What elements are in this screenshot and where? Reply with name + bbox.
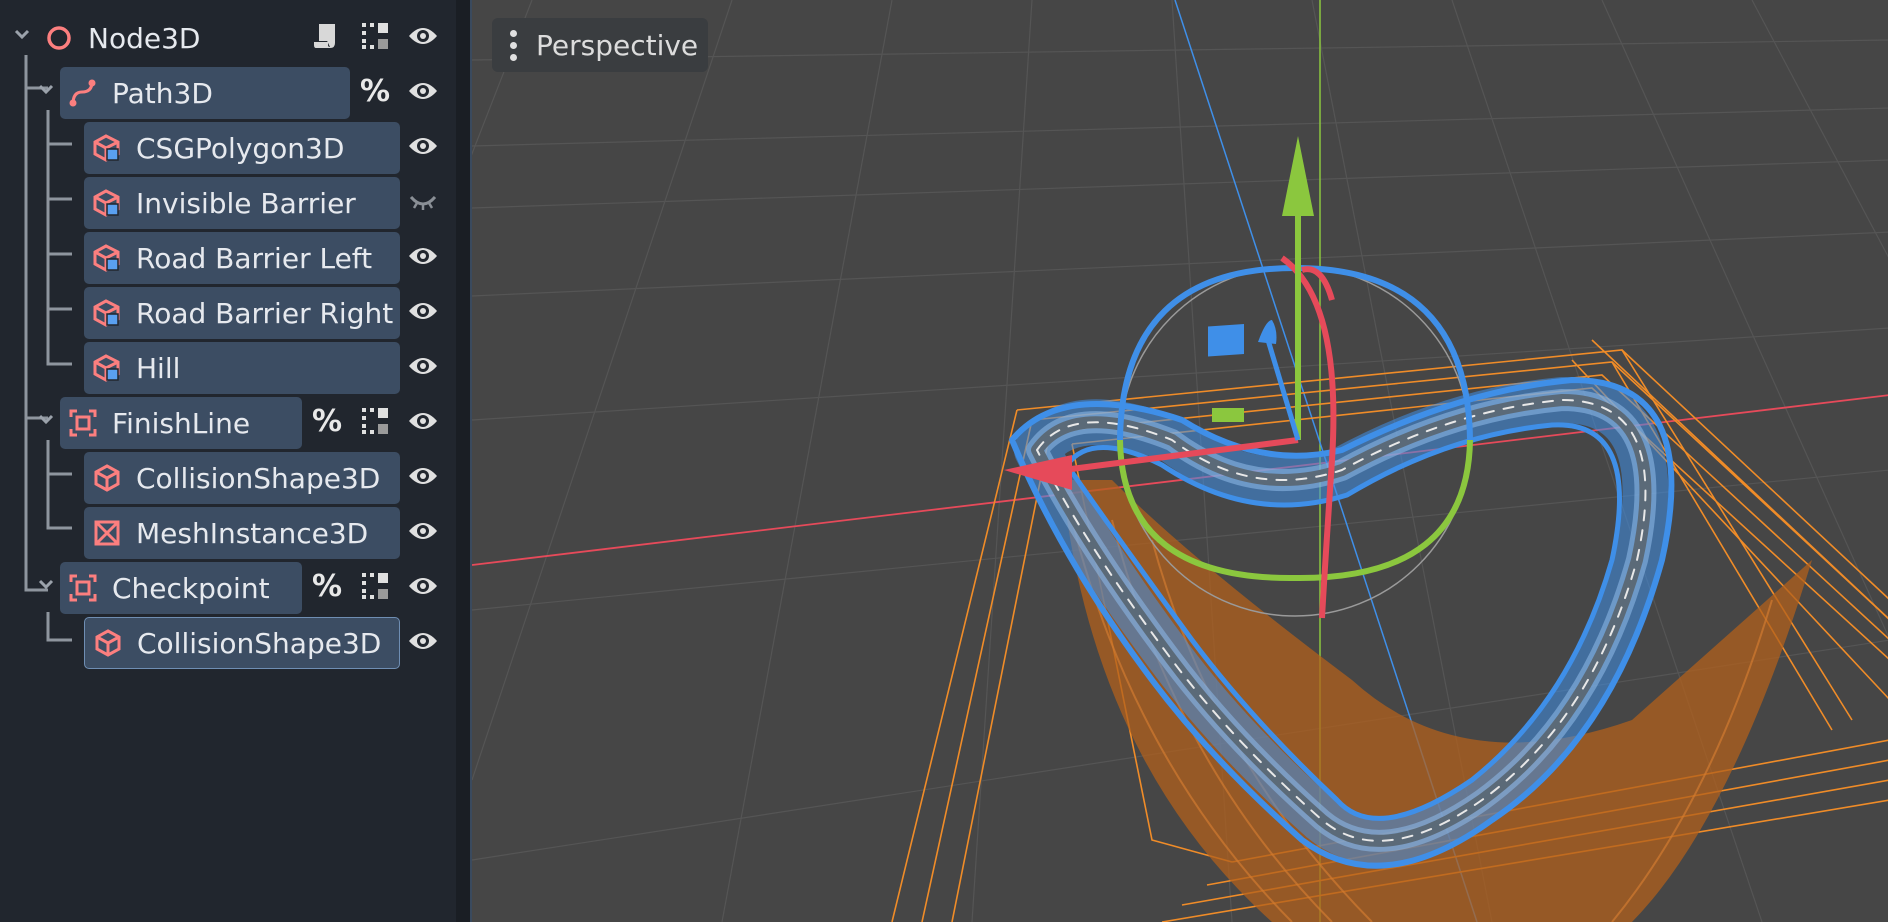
group-icon[interactable] (358, 404, 392, 438)
node-item-finishline[interactable]: FinishLine (60, 397, 302, 449)
hill-mesh (1062, 480, 1812, 922)
node-item-path3d[interactable]: Path3D (60, 67, 350, 119)
scene-tree-panel: Node3D Path3D % CSGPolygon3D Invisible B… (0, 0, 456, 922)
view-menu-label: Perspective (536, 28, 699, 62)
csg-polygon-icon (92, 243, 122, 273)
unique-name-glyph: % (311, 403, 343, 439)
visibility-icon[interactable] (406, 349, 440, 383)
visibility-icon[interactable] (406, 624, 440, 658)
node-item-collisionshape3d[interactable]: CollisionShape3D (84, 452, 400, 504)
node-item-meshinstance3d[interactable]: MeshInstance3D (84, 507, 400, 559)
tree-row-csgpolygon3d[interactable]: CSGPolygon3D (0, 116, 456, 174)
path3d-icon (68, 78, 98, 108)
unique-name-icon[interactable]: % (310, 403, 344, 439)
script-icon[interactable] (308, 19, 342, 53)
node-label: CollisionShape3D (136, 461, 381, 495)
node-item-collisionshape3d-active[interactable]: CollisionShape3D (84, 617, 400, 669)
visibility-icon[interactable] (406, 294, 440, 328)
node-label: CollisionShape3D (137, 626, 382, 660)
csg-polygon-icon (92, 188, 122, 218)
csg-polygon-icon (92, 298, 122, 328)
group-icon[interactable] (358, 19, 392, 53)
collision-shape-icon (92, 463, 122, 493)
chevron-down-icon[interactable] (12, 24, 32, 44)
node-item-road-barrier-right[interactable]: Road Barrier Right (84, 287, 400, 339)
node-label: Invisible Barrier (136, 186, 356, 220)
node-label: Road Barrier Left (136, 241, 373, 275)
collision-shape-icon (93, 628, 123, 658)
group-icon[interactable] (358, 569, 392, 603)
tree-row-node3d[interactable]: Node3D (0, 6, 456, 62)
panel-splitter[interactable] (456, 0, 470, 922)
tree-row-meshinstance3d[interactable]: MeshInstance3D (0, 501, 456, 559)
visibility-icon[interactable] (406, 239, 440, 273)
node-label: Checkpoint (112, 571, 270, 605)
visibility-icon[interactable] (406, 569, 440, 603)
tree-row-collisionshape3d[interactable]: CollisionShape3D (0, 446, 456, 504)
node3d-icon (44, 23, 74, 53)
node-item-invisible-barrier[interactable]: Invisible Barrier (84, 177, 400, 229)
tree-row-path3d[interactable]: Path3D % (0, 61, 456, 119)
node-item-hill[interactable]: Hill (84, 342, 400, 394)
area3d-icon (68, 573, 98, 603)
tree-row-road-barrier-right[interactable]: Road Barrier Right (0, 281, 456, 339)
unique-name-glyph: % (359, 73, 391, 109)
tree-row-hill[interactable]: Hill (0, 336, 456, 394)
tree-row-collisionshape3d-active[interactable]: CollisionShape3D (0, 611, 456, 669)
mesh-instance-icon (92, 518, 122, 548)
node-label: Hill (136, 351, 181, 385)
unique-name-icon[interactable]: % (310, 568, 344, 604)
visibility-icon[interactable] (406, 404, 440, 438)
kebab-menu-icon (504, 29, 522, 61)
chevron-down-icon[interactable] (36, 409, 56, 429)
tree-row-finishline[interactable]: FinishLine % (0, 391, 456, 449)
viewport-scene (472, 0, 1888, 922)
unique-name-glyph: % (311, 568, 343, 604)
node-label: Road Barrier Right (136, 296, 394, 330)
node-label: Path3D (112, 76, 213, 110)
area3d-icon (68, 408, 98, 438)
visibility-icon[interactable] (406, 514, 440, 548)
visibility-icon[interactable] (406, 459, 440, 493)
tree-row-invisible-barrier[interactable]: Invisible Barrier (0, 171, 456, 229)
node-label: FinishLine (112, 406, 251, 440)
3d-viewport[interactable]: Perspective (470, 0, 1888, 922)
node-item-checkpoint[interactable]: Checkpoint (60, 562, 302, 614)
tree-row-checkpoint[interactable]: Checkpoint % (0, 556, 456, 614)
unique-name-icon[interactable]: % (358, 73, 392, 109)
chevron-down-icon[interactable] (36, 79, 56, 99)
csg-polygon-icon (92, 353, 122, 383)
node-label: MeshInstance3D (136, 516, 369, 550)
visibility-icon[interactable] (406, 19, 440, 53)
csg-polygon-icon (92, 133, 122, 163)
node-item-road-barrier-left[interactable]: Road Barrier Left (84, 232, 400, 284)
node-label: CSGPolygon3D (136, 131, 345, 165)
node-item-csgpolygon3d[interactable]: CSGPolygon3D (84, 122, 400, 174)
visibility-icon[interactable] (406, 129, 440, 163)
node-item-node3d[interactable]: Node3D (36, 12, 306, 64)
chevron-down-icon[interactable] (36, 574, 56, 594)
node-label: Node3D (88, 21, 201, 55)
view-menu-button[interactable]: Perspective (492, 18, 709, 72)
tree-row-road-barrier-left[interactable]: Road Barrier Left (0, 226, 456, 284)
hidden-icon[interactable] (406, 184, 440, 218)
visibility-icon[interactable] (406, 74, 440, 108)
